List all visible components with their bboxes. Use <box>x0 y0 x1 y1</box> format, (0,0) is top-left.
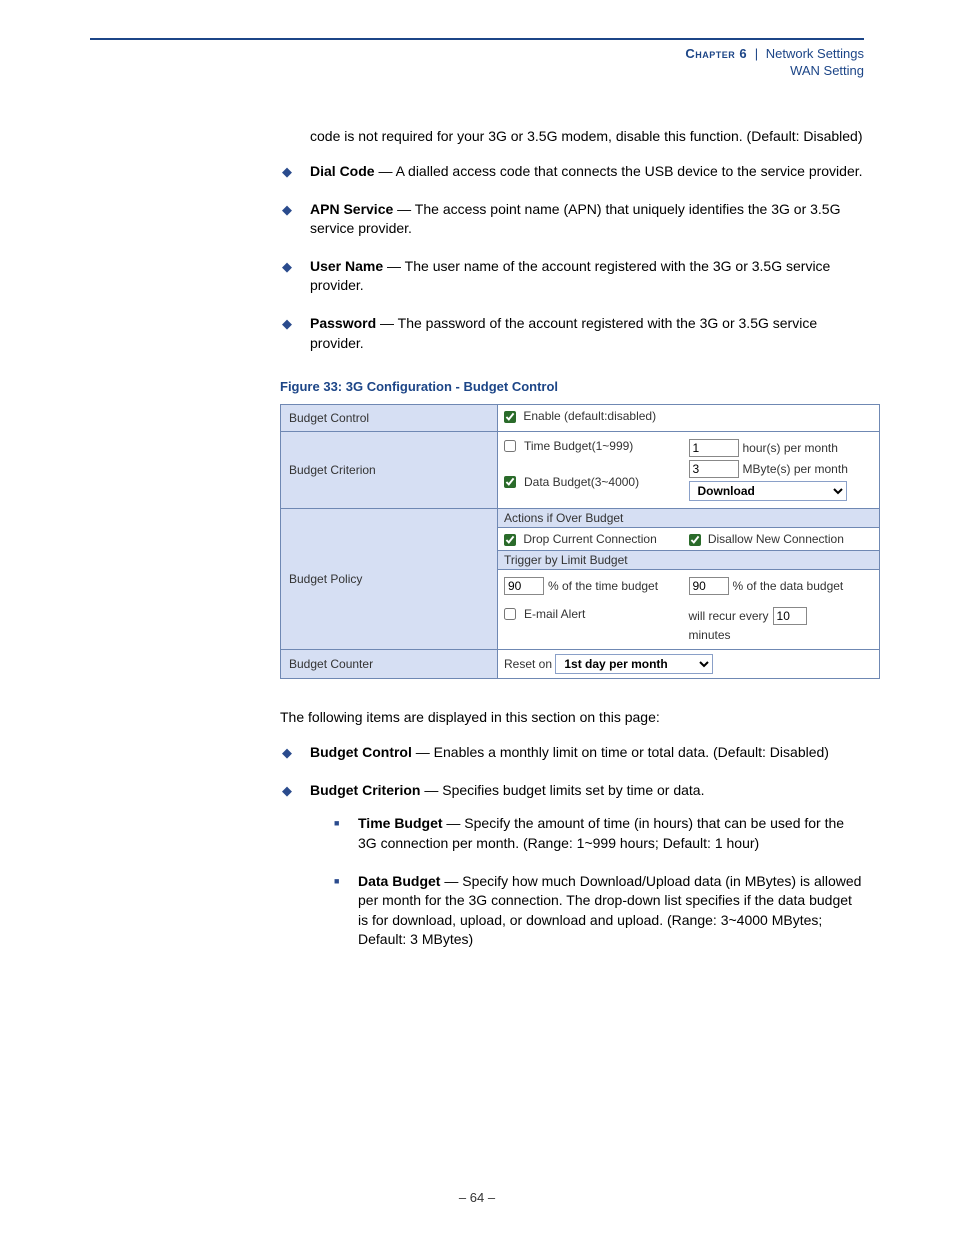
trigger-header: Trigger by Limit Budget <box>498 550 879 570</box>
actions-header: Actions if Over Budget <box>498 509 879 528</box>
drop-connection-checkbox[interactable] <box>504 534 516 546</box>
email-alert-checkbox[interactable] <box>504 608 516 620</box>
recur-prefix: will recur every <box>689 609 769 623</box>
time-budget-input[interactable] <box>689 439 739 457</box>
budget-criterion-row-label: Budget Criterion <box>281 432 498 509</box>
drop-connection-label: Drop Current Connection <box>523 532 656 546</box>
data-pct-input[interactable] <box>689 577 729 595</box>
enable-checkbox[interactable] <box>504 411 516 423</box>
data-budget-checkbox[interactable] <box>504 476 516 488</box>
header-sep: | <box>755 46 758 61</box>
data-budget-unit: MByte(s) per month <box>743 462 848 476</box>
time-pct-label: % of the time budget <box>548 579 658 593</box>
following-paragraph: The following items are displayed in thi… <box>280 709 864 725</box>
data-budget-label: Data Budget(3~4000) <box>524 475 639 489</box>
reset-select[interactable]: 1st day per month <box>555 654 713 674</box>
data-budget-input[interactable] <box>689 460 739 478</box>
chapter-label: Chapter 6 <box>685 46 747 61</box>
figure-33: Budget Control Enable (default:disabled)… <box>280 404 864 679</box>
intro-paragraph: code is not required for your 3G or 3.5G… <box>310 128 864 144</box>
data-budget-select[interactable]: Download <box>689 481 847 501</box>
page-number: – 64 – <box>0 1190 954 1205</box>
budget-policy-row-label: Budget Policy <box>281 509 498 650</box>
data-pct-label: % of the data budget <box>733 579 844 593</box>
disallow-connection-checkbox[interactable] <box>689 534 701 546</box>
bullet-apn-service: APN Service — The access point name (APN… <box>282 200 864 239</box>
section-title: Network Settings <box>766 46 864 61</box>
disallow-connection-label: Disallow New Connection <box>708 532 844 546</box>
time-budget-unit: hour(s) per month <box>743 441 838 455</box>
recur-suffix: minutes <box>689 628 731 642</box>
bullet-password: Password — The password of the account r… <box>282 314 864 353</box>
figure-caption: Figure 33: 3G Configuration - Budget Con… <box>280 379 864 394</box>
email-alert-label: E-mail Alert <box>524 607 585 621</box>
enable-checkbox-label[interactable]: Enable (default:disabled) <box>504 409 656 423</box>
reset-prefix: Reset on <box>504 657 552 671</box>
time-budget-checkbox[interactable] <box>504 440 516 452</box>
sub-bullet-time-budget: Time Budget — Specify the amount of time… <box>334 814 864 853</box>
recur-input[interactable] <box>773 607 807 625</box>
time-budget-label: Time Budget(1~999) <box>524 439 633 453</box>
bullet-budget-control: Budget Control — Enables a monthly limit… <box>282 743 864 763</box>
section-subtitle: WAN Setting <box>90 63 864 78</box>
budget-control-row-label: Budget Control <box>281 405 498 432</box>
bullet-dial-code: Dial Code — A dialled access code that c… <box>282 162 864 182</box>
sub-bullet-data-budget: Data Budget — Specify how much Download/… <box>334 872 864 950</box>
bullet-budget-criterion: Budget Criterion — Specifies budget limi… <box>282 781 864 950</box>
time-pct-input[interactable] <box>504 577 544 595</box>
bullet-user-name: User Name — The user name of the account… <box>282 257 864 296</box>
page-header: Chapter 6 | Network Settings WAN Setting <box>90 38 864 78</box>
budget-counter-row-label: Budget Counter <box>281 650 498 679</box>
